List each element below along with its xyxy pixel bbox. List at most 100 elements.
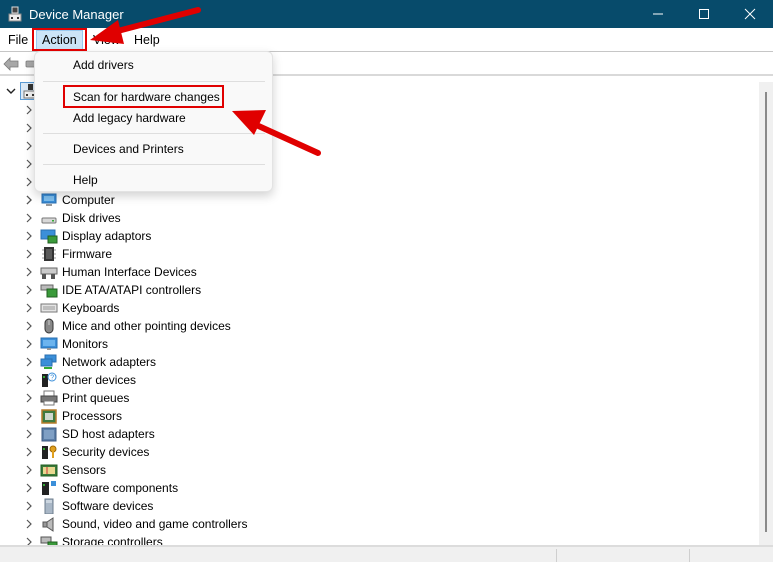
chevron-right-icon[interactable] — [22, 353, 36, 371]
menu-bar: File Action View Help — [0, 28, 773, 52]
chevron-right-icon[interactable] — [22, 281, 36, 299]
tree-item[interactable]: ? Other devices — [0, 371, 136, 389]
menu-separator — [43, 81, 265, 82]
tree-item[interactable]: Processors — [0, 407, 122, 425]
tree-item[interactable]: Firmware — [0, 245, 112, 263]
menu-file[interactable]: File — [3, 30, 33, 50]
back-arrow-icon — [3, 57, 19, 71]
tree-item-label: IDE ATA/ATAPI controllers — [62, 283, 202, 297]
tree-item-label: Disk drives — [62, 211, 121, 225]
sd-host-icon — [40, 426, 58, 442]
tree-item[interactable]: Keyboards — [0, 299, 119, 317]
chevron-right-icon[interactable] — [22, 407, 36, 425]
tree-item[interactable]: Display adaptors — [0, 227, 151, 245]
tree-item-obscured[interactable] — [0, 137, 36, 155]
tree-item-label: Computer — [62, 193, 115, 207]
sensor-icon — [40, 462, 58, 478]
tree-item-obscured[interactable] — [0, 191, 36, 209]
tree-item[interactable]: Disk drives — [0, 209, 121, 227]
tree-item[interactable]: IDE ATA/ATAPI controllers — [0, 281, 201, 299]
tree-item-label: Print queues — [62, 391, 130, 405]
menu-separator — [43, 164, 265, 165]
tree-item[interactable]: Sensors — [0, 461, 106, 479]
chevron-right-icon[interactable] — [22, 497, 36, 515]
status-divider — [689, 549, 690, 562]
title-bar: Device Manager — [0, 0, 773, 28]
tree-item-label: Mice and other pointing devices — [62, 319, 231, 333]
menu-item-devices-and-printers[interactable]: Devices and Printers — [73, 139, 184, 159]
tree-item-obscured[interactable] — [0, 155, 36, 173]
tree-item[interactable]: Software devices — [0, 497, 153, 515]
ide-controller-icon — [40, 282, 58, 298]
tree-item[interactable]: Human Interface Devices — [0, 263, 197, 281]
printer-icon — [40, 390, 58, 406]
computer-icon — [40, 192, 58, 208]
security-device-icon — [40, 444, 58, 460]
chevron-right-icon[interactable] — [22, 371, 36, 389]
maximize-button[interactable] — [681, 0, 727, 28]
tree-item[interactable]: Network adapters — [0, 353, 156, 371]
tree-item-label: SD host adapters — [62, 427, 155, 441]
menu-view[interactable]: View — [88, 30, 125, 50]
software-component-icon — [40, 480, 58, 496]
network-adapter-icon — [40, 354, 58, 370]
other-devices-icon: ? — [40, 372, 58, 388]
chevron-down-icon[interactable] — [4, 82, 18, 100]
chevron-right-icon[interactable] — [22, 299, 36, 317]
chevron-right-icon[interactable] — [22, 209, 36, 227]
tree-item[interactable]: Software components — [0, 479, 178, 497]
menu-help[interactable]: Help — [129, 30, 165, 50]
tree-item-label: Sound, video and game controllers — [62, 517, 248, 531]
annotation-highlight-action — [32, 28, 87, 51]
menu-separator — [43, 133, 265, 134]
firmware-icon — [40, 246, 58, 262]
annotation-highlight-scan — [63, 85, 224, 108]
chevron-right-icon[interactable] — [22, 515, 36, 533]
chevron-right-icon[interactable] — [22, 425, 36, 443]
back-button[interactable] — [3, 56, 19, 72]
tree-item-obscured[interactable] — [0, 119, 36, 137]
tree-item[interactable]: Mice and other pointing devices — [0, 317, 231, 335]
tree-item[interactable]: Sound, video and game controllers — [0, 515, 247, 533]
chevron-right-icon[interactable] — [22, 317, 36, 335]
tree-item-label: Software devices — [62, 499, 154, 513]
status-divider — [556, 549, 557, 562]
tree-item-obscured[interactable] — [0, 101, 36, 119]
chevron-right-icon[interactable] — [22, 461, 36, 479]
menu-item-add-legacy-hardware[interactable]: Add legacy hardware — [73, 108, 186, 128]
window-title: Device Manager — [29, 6, 124, 22]
tree-item-label: Display adaptors — [62, 229, 152, 243]
tree-item-obscured[interactable] — [0, 173, 36, 191]
chevron-right-icon[interactable] — [22, 263, 36, 281]
maximize-icon — [699, 9, 709, 19]
minimize-icon — [653, 13, 663, 15]
display-adapter-icon — [40, 228, 58, 244]
minimize-button[interactable] — [635, 0, 681, 28]
tree-item-label: Software components — [62, 481, 179, 495]
chevron-right-icon[interactable] — [22, 191, 36, 209]
monitor-icon — [40, 336, 58, 352]
menu-item-help[interactable]: Help — [73, 170, 98, 190]
tree-item[interactable]: SD host adapters — [0, 425, 155, 443]
close-button[interactable] — [727, 0, 773, 28]
tree-item[interactable]: Security devices — [0, 443, 149, 461]
menu-item-add-drivers[interactable]: Add drivers — [73, 55, 134, 75]
processor-icon — [40, 408, 58, 424]
chevron-right-icon[interactable] — [22, 389, 36, 407]
chevron-right-icon[interactable] — [22, 227, 36, 245]
tree-item-label: Keyboards — [62, 301, 120, 315]
chevron-right-icon[interactable] — [22, 533, 36, 545]
tree-item-label: Network adapters — [62, 355, 157, 369]
chevron-right-icon[interactable] — [22, 245, 36, 263]
chevron-right-icon[interactable] — [22, 479, 36, 497]
tree-item[interactable]: Print queues — [0, 389, 129, 407]
hid-icon — [40, 264, 58, 280]
vertical-scrollbar[interactable] — [759, 82, 773, 545]
chevron-right-icon[interactable] — [22, 335, 36, 353]
device-manager-app-icon — [7, 6, 23, 22]
mouse-icon — [40, 318, 58, 334]
tree-item[interactable]: Storage controllers — [0, 533, 163, 545]
tree-item[interactable]: Monitors — [0, 335, 108, 353]
chevron-right-icon[interactable] — [22, 443, 36, 461]
scrollbar-thumb[interactable] — [765, 92, 767, 532]
